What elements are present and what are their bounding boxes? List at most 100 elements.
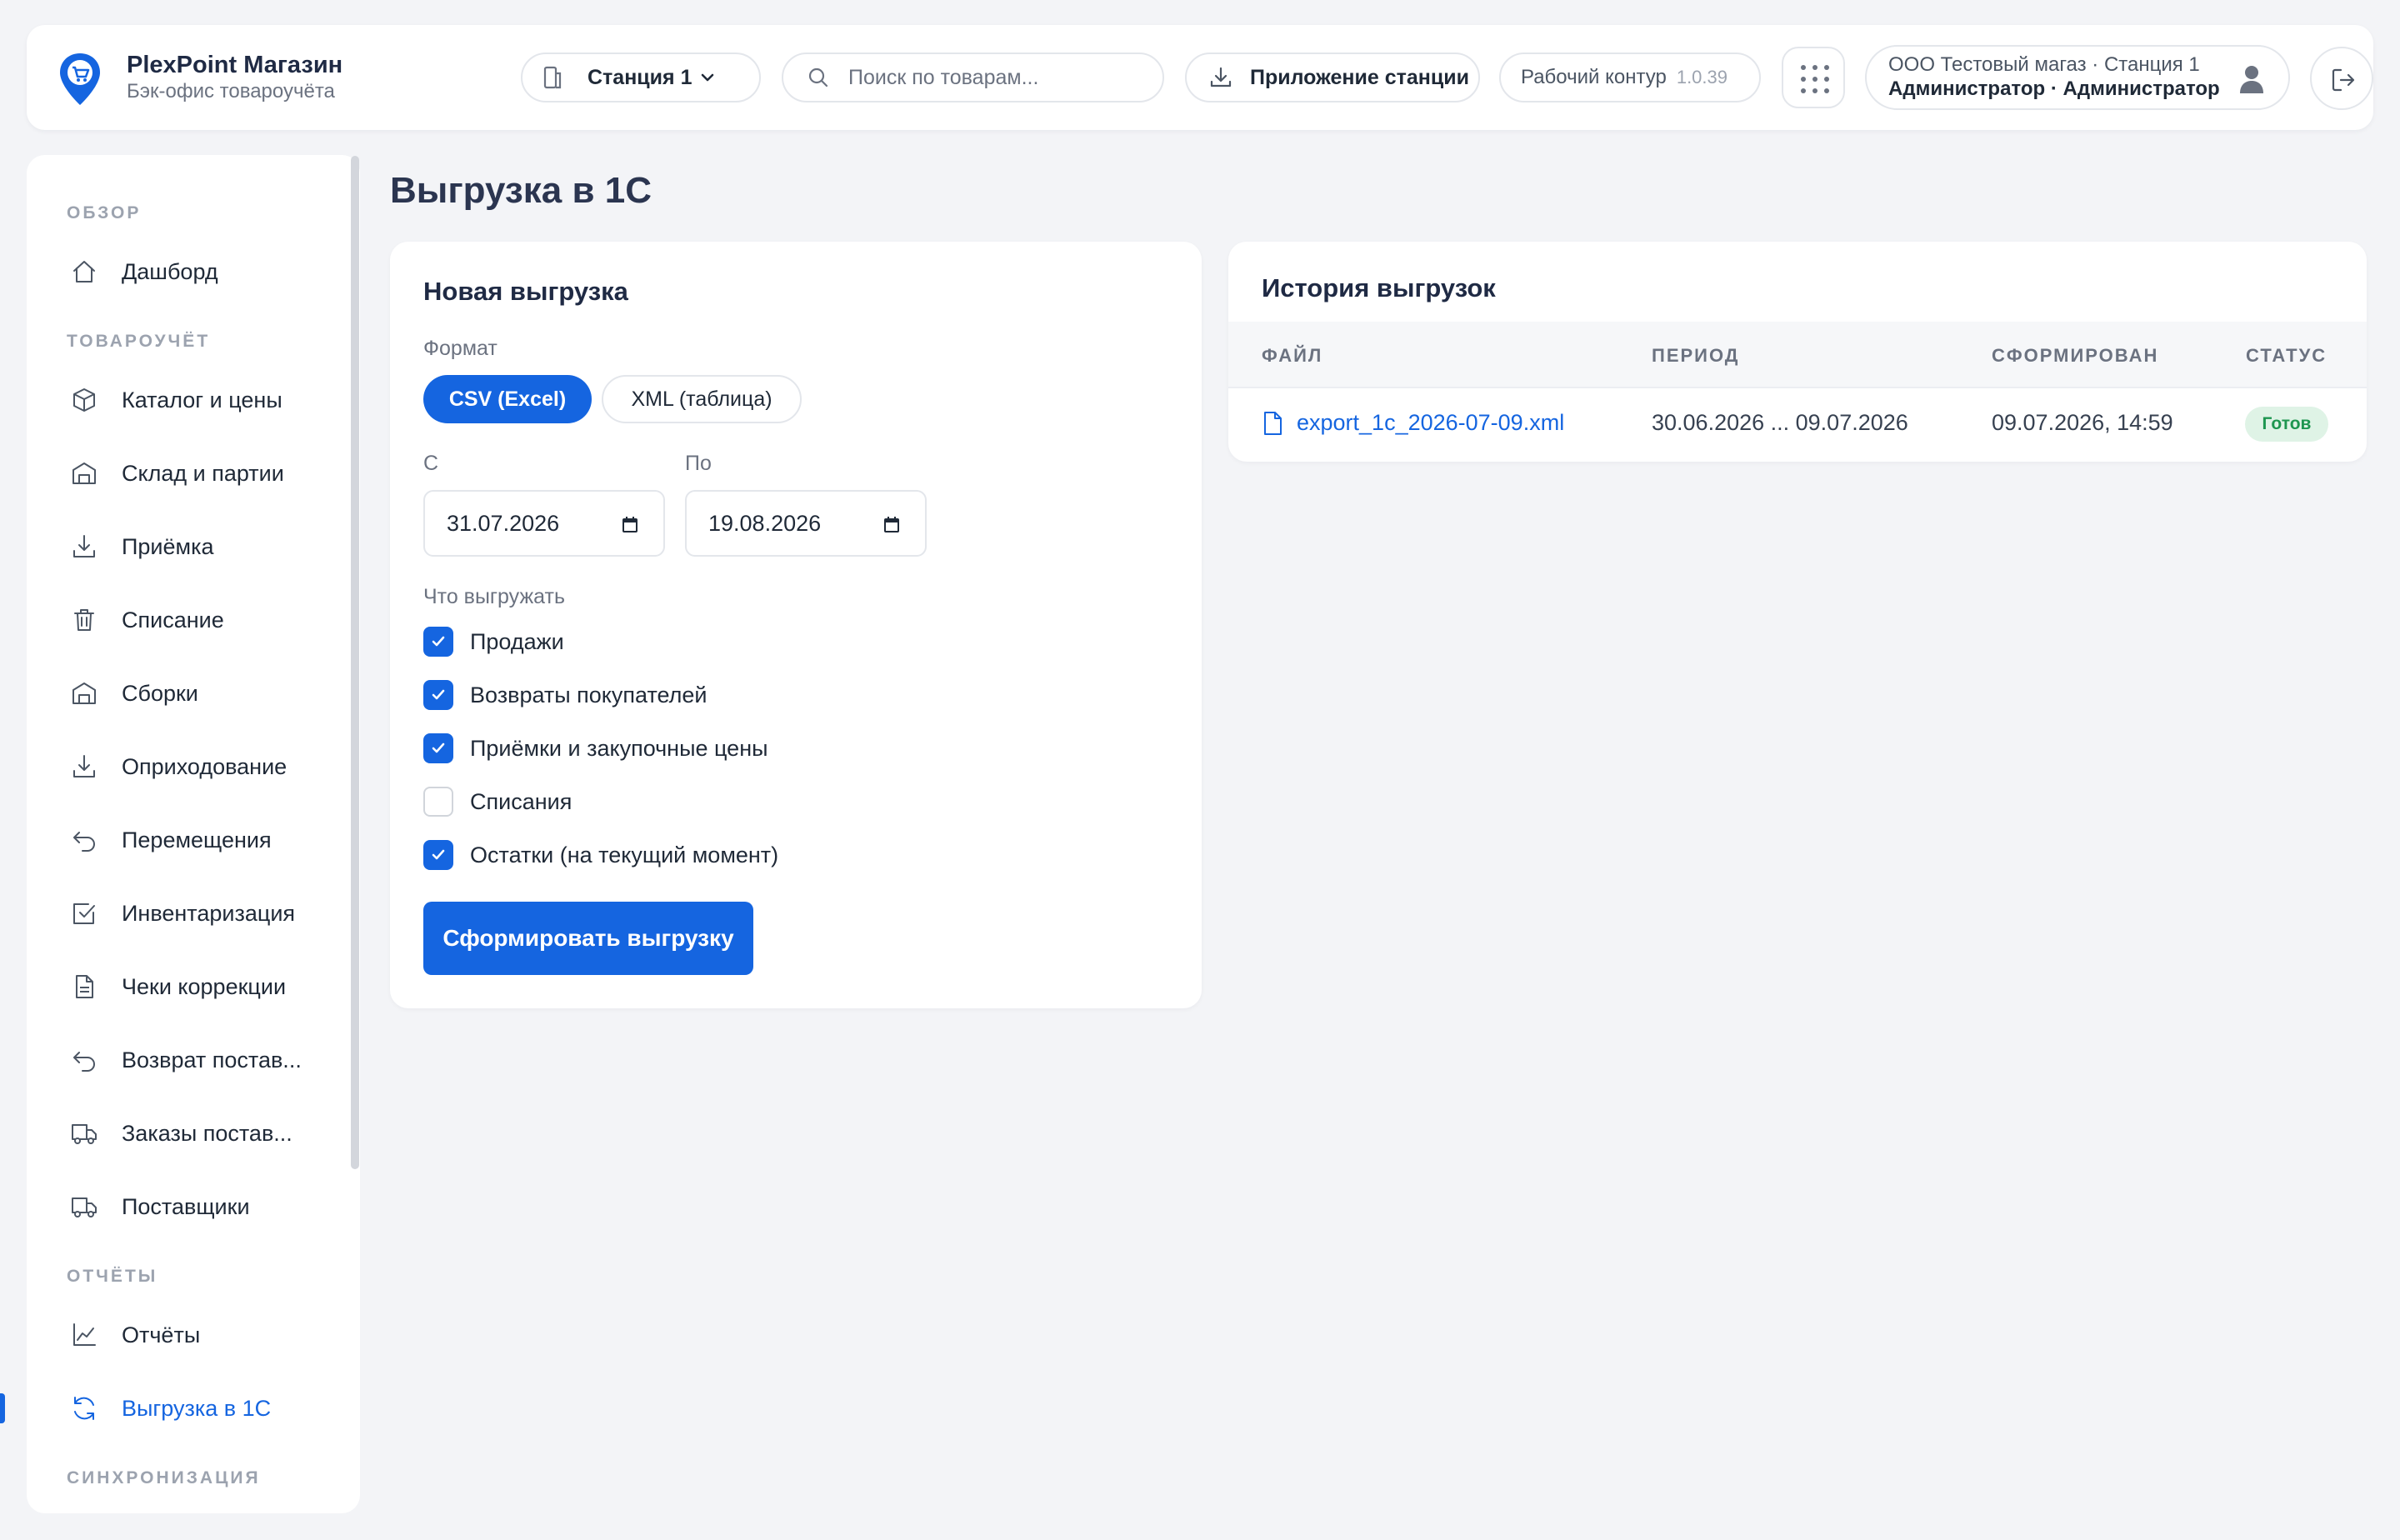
- undo-icon: [73, 832, 95, 852]
- what-to-export-label: Что выгружать: [423, 585, 566, 608]
- sidebar-item-label: Перемещения: [122, 827, 272, 852]
- sidebar-item-supplier-returns[interactable]: Возврат постав...: [27, 1035, 343, 1085]
- option-sales[interactable]: Продажи: [423, 625, 564, 658]
- brand[interactable]: PlexPoint Магазин Бэк-офис товароучёта: [58, 50, 342, 107]
- home-icon: [73, 261, 95, 282]
- column-header-file: ФАЙЛ: [1262, 345, 1323, 366]
- search-placeholder: Поиск по товарам...: [848, 65, 1039, 89]
- sidebar-item-reports[interactable]: Отчёты: [27, 1310, 343, 1360]
- station-icon: [543, 66, 562, 89]
- date-from-input[interactable]: 31.07.2026: [423, 490, 665, 557]
- sidebar-item-label: Каталог и цены: [122, 387, 282, 412]
- avatar-icon: [2240, 66, 2263, 93]
- format-option-xml[interactable]: XML (таблица): [602, 375, 802, 423]
- search-input[interactable]: Поиск по товарам...: [782, 52, 1164, 102]
- station-app-label: Приложение станции: [1250, 65, 1469, 89]
- search-icon: [808, 68, 828, 88]
- sidebar-item-label: Поставщики: [122, 1193, 250, 1219]
- brand-name: PlexPoint Магазин: [127, 52, 343, 78]
- document-icon: [76, 975, 93, 998]
- user-org: ООО Тестовый магаз · Станция 1: [1888, 53, 2200, 76]
- sidebar-item-label: Чеки коррекции: [122, 973, 287, 999]
- top-bar: PlexPoint Магазин Бэк-офис товароучёта С…: [27, 25, 2373, 130]
- new-export-title: Новая выгрузка: [423, 277, 628, 306]
- active-indicator: [0, 1393, 5, 1423]
- checkbox-checked[interactable]: [423, 627, 453, 657]
- truck-icon: [72, 1124, 97, 1144]
- option-label: Остатки (на текущий момент): [470, 842, 779, 868]
- checkbox-unchecked[interactable]: [423, 787, 453, 817]
- calendar-icon[interactable]: [882, 515, 902, 535]
- logout-button[interactable]: [2310, 47, 2373, 110]
- sidebar-item-dashboard[interactable]: Дашборд: [27, 247, 343, 297]
- sidebar-item-label: Инвентаризация: [122, 900, 296, 926]
- download-icon: [73, 535, 95, 558]
- to-label: По: [685, 452, 712, 475]
- store-logo-icon: [60, 53, 100, 105]
- sidebar-item-assemblies[interactable]: Сборки: [27, 668, 343, 718]
- user-menu[interactable]: ООО Тестовый магаз · Станция 1 Администр…: [1865, 45, 2290, 110]
- option-stock-balance[interactable]: Остатки (на текущий момент): [423, 838, 778, 872]
- version-label: 1.0.39: [1676, 67, 1728, 88]
- sidebar-item-label: Сборки: [122, 680, 198, 706]
- option-label: Приёмки и закупочные цены: [470, 735, 768, 761]
- file-icon: [1264, 411, 1282, 435]
- export-file-link[interactable]: export_1c_2026-07-09.xml: [1262, 410, 1564, 436]
- section-reports: ОТЧЁТЫ: [67, 1267, 158, 1286]
- sidebar-item-export-1c[interactable]: Выгрузка в 1С: [27, 1383, 343, 1433]
- format-label: Формат: [423, 337, 498, 360]
- sidebar-item-suppliers[interactable]: Поставщики: [27, 1182, 343, 1232]
- trash-icon: [74, 609, 94, 631]
- calendar-icon[interactable]: [620, 515, 640, 535]
- box-icon: [73, 388, 95, 412]
- option-receiving-prices[interactable]: Приёмки и закупочные цены: [423, 732, 768, 765]
- warehouse-icon: [72, 682, 96, 704]
- sidebar-item-warehouse[interactable]: Склад и партии: [27, 448, 343, 498]
- checkbox-checked[interactable]: [423, 733, 453, 763]
- chevron-down-icon: [702, 73, 714, 82]
- sidebar-item-supplier-orders[interactable]: Заказы постав...: [27, 1108, 343, 1158]
- format-option-csv[interactable]: CSV (Excel): [423, 375, 592, 423]
- warehouse-icon: [72, 462, 96, 484]
- sidebar-item-capitalization[interactable]: Оприходование: [27, 742, 343, 792]
- option-customer-returns[interactable]: Возвраты покупателей: [423, 678, 708, 712]
- checkbox-checked[interactable]: [423, 680, 453, 710]
- checkbox-icon: [73, 903, 95, 924]
- sidebar-item-label: Склад и партии: [122, 460, 284, 486]
- date-to-input[interactable]: 19.08.2026: [685, 490, 927, 557]
- sidebar-item-inventory-count[interactable]: Инвентаризация: [27, 888, 343, 938]
- chart-icon: [73, 1323, 96, 1346]
- option-writeoffs[interactable]: Списания: [423, 785, 572, 818]
- sidebar-item-label: Отчёты: [122, 1322, 201, 1348]
- sidebar-item-writeoff[interactable]: Списание: [27, 595, 343, 645]
- refresh-icon: [74, 1397, 94, 1420]
- sidebar-item-transfers[interactable]: Перемещения: [27, 815, 343, 865]
- station-app-button[interactable]: Приложение станции: [1185, 52, 1480, 102]
- sidebar: ОБЗОР Дашборд ТОВАРОУЧЁТ Каталог и цены …: [27, 155, 360, 1513]
- check-icon: [432, 742, 445, 753]
- environment-label: Рабочий контур: [1521, 66, 1667, 88]
- export-history-card: История выгрузок ФАЙЛ ПЕРИОД СФОРМИРОВАН…: [1228, 242, 2367, 462]
- sidebar-item-receiving[interactable]: Приёмка: [27, 522, 343, 572]
- section-inventory: ТОВАРОУЧЁТ: [67, 332, 211, 351]
- create-export-button[interactable]: Сформировать выгрузку: [423, 902, 753, 975]
- sidebar-item-catalog[interactable]: Каталог и цены: [27, 375, 343, 425]
- export-created: 09.07.2026, 14:59: [1992, 410, 2173, 435]
- apps-grid-button[interactable]: [1782, 47, 1845, 108]
- section-sync: СИНХРОНИЗАЦИЯ: [67, 1468, 261, 1488]
- app-root: PlexPoint Магазин Бэк-офис товароучёта С…: [0, 0, 2400, 1540]
- option-label: Продажи: [470, 628, 564, 654]
- logout-icon: [2332, 68, 2355, 92]
- sidebar-item-correction-receipts[interactable]: Чеки коррекции: [27, 962, 343, 1012]
- status-badge: Готов: [2245, 407, 2328, 442]
- column-header-created: СФОРМИРОВАН: [1992, 345, 2159, 366]
- station-selector[interactable]: Станция 1: [521, 52, 761, 102]
- option-label: Списания: [470, 788, 572, 814]
- sidebar-item-label: Списание: [122, 607, 224, 632]
- checkbox-checked[interactable]: [423, 840, 453, 870]
- check-icon: [432, 636, 445, 647]
- sidebar-item-label: Заказы постав...: [122, 1120, 292, 1146]
- sidebar-scrollbar[interactable]: [351, 156, 359, 1169]
- history-title: История выгрузок: [1262, 273, 1496, 302]
- sidebar-item-label: Дашборд: [122, 258, 218, 284]
